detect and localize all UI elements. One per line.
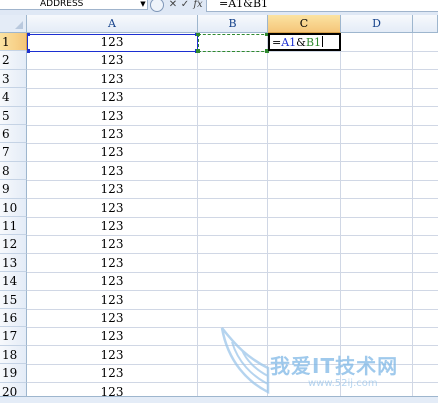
row-header-8[interactable]: 8 (0, 161, 27, 181)
resize-handle[interactable] (27, 33, 30, 36)
cell-a8[interactable]: 123 (27, 162, 197, 180)
expand-icon[interactable] (150, 0, 164, 12)
cell-a14[interactable]: 123 (27, 272, 197, 290)
column-header-c[interactable]: C (268, 15, 341, 33)
chevron-down-icon[interactable]: ▼ (138, 0, 148, 10)
column-header-e[interactable] (413, 15, 438, 33)
row-header-19[interactable]: 19 (0, 364, 27, 383)
row-header-11[interactable]: 11 (0, 217, 27, 236)
row-header-3[interactable]: 3 (0, 69, 27, 89)
cell-a9[interactable]: 123 (27, 180, 197, 198)
cell-a17[interactable]: 123 (27, 327, 197, 345)
row-header-4[interactable]: 4 (0, 88, 27, 107)
resize-handle[interactable] (196, 33, 200, 36)
resize-handle[interactable] (196, 49, 200, 53)
column-header-bar: A B C D (0, 15, 438, 33)
formula-ref-a1: A1 (281, 36, 297, 49)
reference-highlight-b1 (198, 34, 269, 52)
row-header-17[interactable]: 17 (0, 327, 27, 346)
cell-a7[interactable]: 123 (27, 143, 197, 161)
resize-handle[interactable] (27, 49, 30, 53)
row-header-15[interactable]: 15 (0, 290, 27, 309)
cell-a13[interactable]: 123 (27, 254, 197, 272)
row-header-18[interactable]: 18 (0, 345, 27, 365)
select-all-button[interactable] (0, 15, 27, 33)
column-header-b[interactable]: B (198, 15, 268, 33)
row-header-6[interactable]: 6 (0, 125, 27, 144)
formula-operator: & (296, 36, 306, 49)
cell-a4[interactable]: 123 (27, 88, 197, 106)
row-header-2[interactable]: 2 (0, 51, 27, 70)
row-header-7[interactable]: 7 (0, 143, 27, 162)
cell-a3[interactable]: 123 (27, 70, 197, 88)
column-header-d[interactable]: D (341, 15, 413, 33)
cell-a19[interactable]: 123 (27, 364, 197, 382)
cell-a11[interactable]: 123 (27, 217, 197, 235)
row-header-13[interactable]: 13 (0, 253, 27, 273)
row-header-10[interactable]: 10 (0, 198, 27, 217)
row-header-16[interactable]: 16 (0, 309, 27, 328)
watermark-url: www.52ij.com (308, 378, 378, 389)
cell-a16[interactable]: 123 (27, 309, 197, 327)
cell-a2[interactable]: 123 (27, 51, 197, 69)
cell-a5[interactable]: 123 (27, 107, 197, 125)
cell-c1-editor[interactable]: =A1&B1 (268, 33, 341, 51)
cell-a18[interactable]: 123 (27, 346, 197, 364)
watermark-title: 我爱IT技术网 (270, 354, 399, 378)
row-header-1[interactable]: 1 (0, 33, 27, 52)
name-box[interactable]: ADDRESS (0, 0, 148, 10)
row-header-9[interactable]: 9 (0, 180, 27, 199)
select-all-icon (15, 21, 23, 29)
row-header-12[interactable]: 12 (0, 235, 27, 254)
row-header-5[interactable]: 5 (0, 106, 27, 125)
text-caret (322, 36, 324, 47)
formula-ref-b1: B1 (305, 36, 322, 49)
watermark: 我爱IT技术网 www.52ij.com (218, 322, 428, 400)
insert-function-icon[interactable]: fx (191, 0, 205, 11)
column-header-a[interactable]: A (27, 15, 198, 33)
formula-input[interactable]: =A1&B1 (206, 0, 438, 12)
cell-a12[interactable]: 123 (27, 235, 197, 253)
formula-prefix: = (272, 36, 282, 49)
cell-a6[interactable]: 123 (27, 125, 197, 143)
wings-logo-icon (220, 327, 270, 394)
cell-a10[interactable]: 123 (27, 199, 197, 217)
cell-a15[interactable]: 123 (27, 291, 197, 309)
formula-bar: ADDRESS ▼ ✕ ✓ fx =A1&B1 (0, 0, 438, 16)
reference-highlight-a1 (27, 34, 198, 52)
row-header-14[interactable]: 14 (0, 272, 27, 291)
check-icon[interactable]: ✓ (178, 0, 192, 11)
